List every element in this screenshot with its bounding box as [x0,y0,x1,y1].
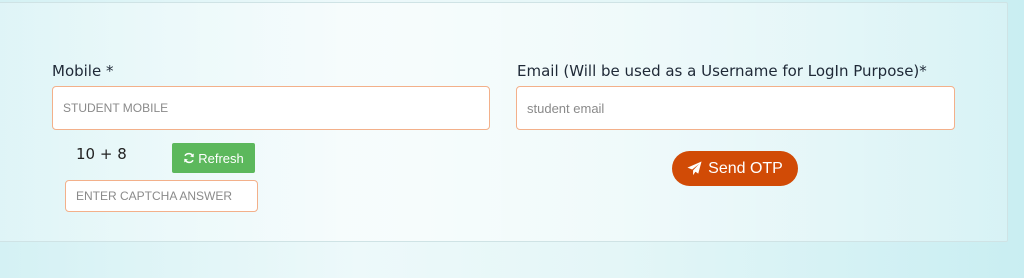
refresh-icon [183,152,195,164]
captcha-question: 10 + 8 [76,145,127,163]
send-otp-button[interactable]: Send OTP [672,151,798,186]
refresh-captcha-button[interactable]: Refresh [172,143,255,173]
email-input[interactable] [516,86,955,130]
email-label: Email (Will be used as a Username for Lo… [517,62,927,80]
mobile-label: Mobile * [52,62,114,80]
paper-plane-icon [687,161,702,176]
captcha-answer-input[interactable] [65,180,258,212]
send-otp-label: Send OTP [708,159,783,177]
mobile-input[interactable] [52,86,490,130]
refresh-label: Refresh [198,150,244,166]
